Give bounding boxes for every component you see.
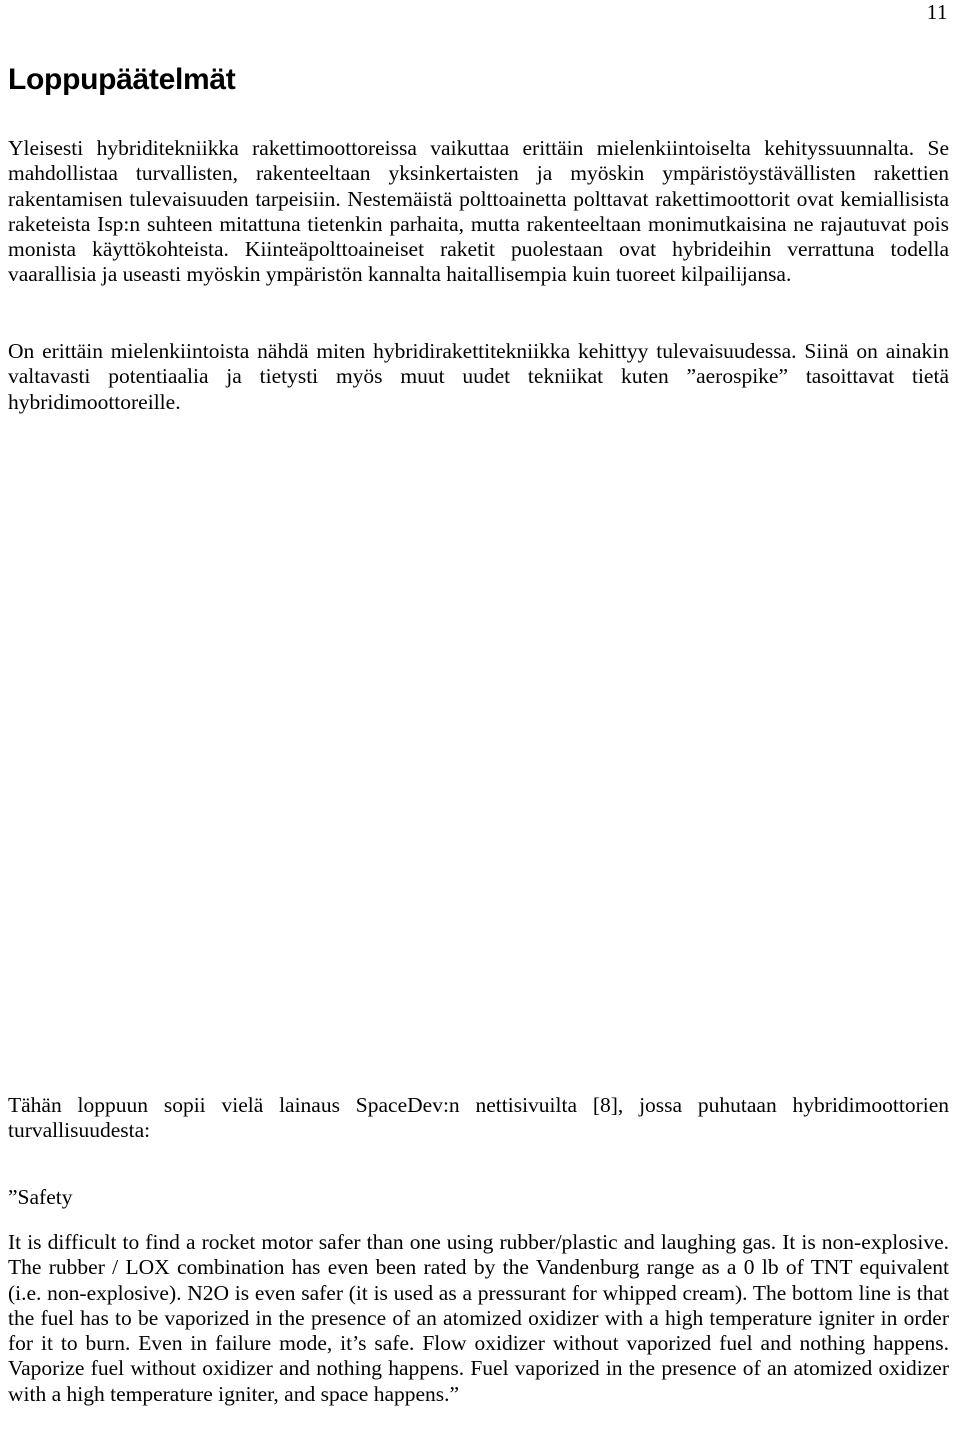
document-page: 11 Loppupäätelmät Yleisesti hybriditekni… [0, 0, 960, 1451]
quote-heading-safety: ”Safety [8, 1185, 73, 1209]
paragraph-safety-quote: It is difficult to find a rocket motor s… [8, 1230, 949, 1406]
paragraph-quote-intro: Tähän loppuun sopii vielä lainaus SpaceD… [8, 1093, 949, 1143]
page-number: 11 [926, 0, 948, 24]
paragraph-conclusions-overview: Yleisesti hybriditekniikka rakettimootto… [8, 136, 949, 287]
paragraph-future-outlook: On erittäin mielenkiintoista nähdä miten… [8, 339, 949, 414]
page-title: Loppupäätelmät [8, 63, 236, 96]
